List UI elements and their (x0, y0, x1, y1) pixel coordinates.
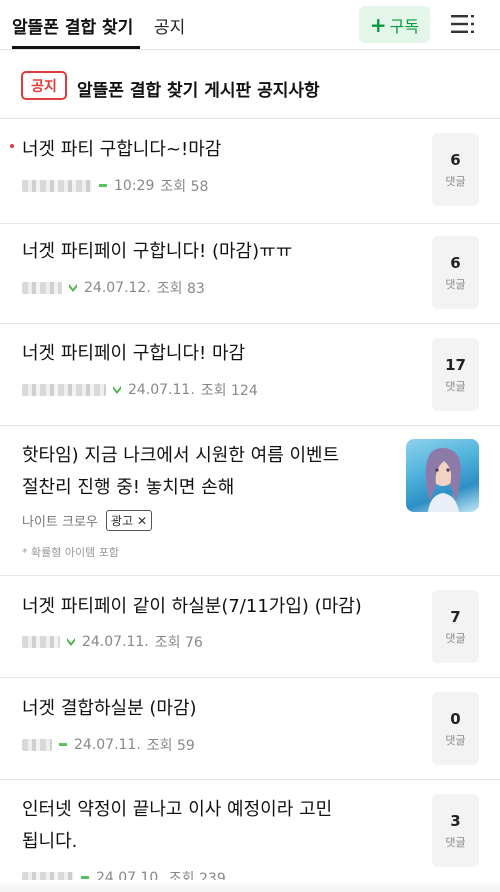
subscribe-button[interactable]: + 구독 (359, 6, 430, 43)
new-dot (10, 144, 14, 148)
post-meta: 10:29 조회 58 (22, 176, 208, 196)
tab-cafe-board[interactable]: 알뜰폰 결합 찾기 (12, 13, 133, 38)
level-icon (99, 184, 107, 187)
notice-row[interactable]: 공지 알뜰폰 결합 찾기 게시판 공지사항 (0, 51, 500, 119)
post-date: 24.07.12. (84, 280, 151, 296)
comment-count: 17 (445, 355, 466, 374)
active-tab-indicator (12, 46, 140, 49)
post-meta: 24.07.11. 조회 76 (22, 632, 203, 652)
post-title[interactable]: 너겟 파티 구합니다~!마감 (22, 134, 221, 166)
bottom-shadow (0, 880, 500, 892)
top-bar: 알뜰폰 결합 찾기 공지 + 구독 (0, 0, 500, 50)
notice-badge: 공지 (21, 71, 67, 100)
post-meta: 24.07.11. 조회 124 (22, 380, 258, 400)
post-date: 24.07.11. (82, 634, 149, 650)
comment-count-button[interactable]: 6 댓글 (432, 133, 479, 206)
comment-label: 댓글 (445, 379, 466, 393)
post-title-line2: 됩니다. (22, 831, 78, 852)
post-views: 조회 124 (200, 383, 258, 399)
post-title[interactable]: 너겟 결합하실분 (마감) (22, 693, 197, 725)
ad-thumbnail[interactable] (406, 439, 479, 512)
list-item[interactable]: 인터넷 약정이 끝나고 이사 예정이라 고민 됩니다. 24.07.10. 조회… (0, 780, 500, 892)
post-views: 조회 59 (146, 738, 195, 754)
list-item[interactable]: 너겟 파티페이 구합니다! 마감 24.07.11. 조회 124 17 댓글 (0, 324, 500, 426)
comment-label: 댓글 (445, 631, 466, 645)
comment-count: 3 (450, 811, 461, 830)
close-icon[interactable]: ✕ (137, 514, 147, 528)
post-meta: 24.07.12. 조회 83 (22, 278, 205, 298)
notice-title[interactable]: 알뜰폰 결합 찾기 게시판 공지사항 (77, 76, 320, 101)
post-meta: 24.07.11. 조회 59 (22, 735, 195, 755)
comment-label: 댓글 (445, 277, 466, 291)
menu-icon[interactable] (451, 14, 475, 34)
ad-title[interactable]: 핫타임) 지금 나크에서 시원한 여름 이벤트 절찬리 진행 중! 놓치면 손해 (22, 440, 382, 504)
post-views: 조회 83 (156, 281, 205, 297)
comment-count-button[interactable]: 17 댓글 (432, 338, 479, 411)
comment-count-button[interactable]: 0 댓글 (432, 692, 479, 765)
character-image (425, 447, 461, 512)
comment-count-button[interactable]: 3 댓글 (432, 794, 479, 867)
level-icon (113, 386, 121, 394)
comment-count-button[interactable]: 7 댓글 (432, 590, 479, 663)
ad-brand-row: 나이트 크로우 광고 ✕ (22, 510, 153, 531)
comment-label: 댓글 (445, 835, 466, 849)
post-date: 24.07.11. (128, 382, 195, 398)
post-title[interactable]: 너겟 파티페이 구합니다! 마감 (22, 338, 245, 370)
level-icon (59, 743, 67, 746)
tab-notice[interactable]: 공지 (154, 13, 185, 38)
list-item[interactable]: 너겟 파티페이 구합니다! (마감)ㅠㅠ 24.07.12. 조회 83 6 댓… (0, 224, 500, 324)
subscribe-label: 구독 (389, 16, 420, 36)
list-item[interactable]: 너겟 파티 구합니다~!마감 10:29 조회 58 6 댓글 (0, 120, 500, 224)
comment-count: 6 (450, 150, 461, 169)
post-title-line1: 인터넷 약정이 끝나고 이사 예정이라 고민 (22, 799, 333, 820)
post-title[interactable]: 너겟 파티페이 구합니다! (마감)ㅠㅠ (22, 236, 292, 268)
level-icon (69, 284, 77, 292)
ad-title-line1: 핫타임) 지금 나크에서 시원한 여름 이벤트 (22, 445, 340, 466)
ad-title-line2: 절찬리 진행 중! 놓치면 손해 (22, 477, 235, 498)
comment-label: 댓글 (445, 174, 466, 188)
level-icon (67, 638, 75, 646)
post-title[interactable]: 인터넷 약정이 끝나고 이사 예정이라 고민 됩니다. (22, 794, 332, 858)
post-views: 조회 58 (160, 179, 209, 195)
comment-label: 댓글 (445, 733, 466, 747)
author-name (22, 282, 62, 294)
comment-count: 0 (450, 709, 461, 728)
list-item[interactable]: 너겟 파티페이 같이 하실분(7/11가입) (마감) 24.07.11. 조회… (0, 576, 500, 678)
post-date: 24.07.11. (74, 737, 141, 753)
ad-item[interactable]: 핫타임) 지금 나크에서 시원한 여름 이벤트 절찬리 진행 중! 놓치면 손해… (0, 426, 500, 576)
post-date: 10:29 (114, 178, 155, 194)
author-name (22, 384, 106, 396)
comment-count: 7 (450, 607, 461, 626)
ad-disclaimer: * 확률형 아이템 포함 (22, 546, 119, 559)
post-title[interactable]: 너겟 파티페이 같이 하실분(7/11가입) (마감) (22, 591, 362, 623)
author-name (22, 636, 60, 648)
comment-count-button[interactable]: 6 댓글 (432, 236, 479, 309)
post-views: 조회 76 (154, 635, 203, 651)
ad-label-text: 광고 (110, 514, 133, 528)
list-item[interactable]: 너겟 결합하실분 (마감) 24.07.11. 조회 59 0 댓글 (0, 678, 500, 780)
comment-count: 6 (450, 253, 461, 272)
ad-label[interactable]: 광고 ✕ (105, 510, 153, 531)
author-name (22, 739, 52, 751)
author-name (22, 180, 92, 192)
ad-brand: 나이트 크로우 (22, 515, 98, 530)
plus-icon: + (369, 12, 387, 37)
